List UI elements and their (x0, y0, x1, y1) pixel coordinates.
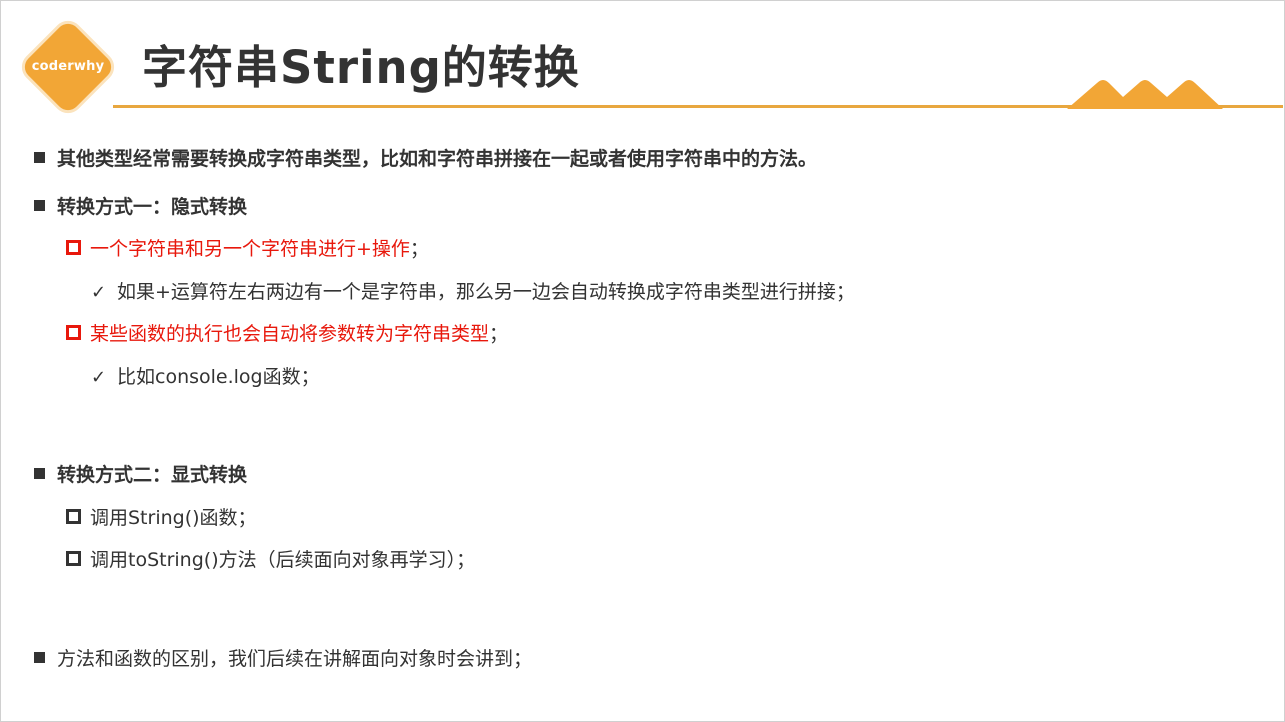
sub-bullet-text: 一个字符串和另一个字符串进行+操作 (90, 238, 410, 260)
sub-bullet-text: 某些函数的执行也会自动将参数转为字符串类型 (90, 323, 490, 345)
sub-bullet-text: 调用toString()方法（后续面向对象再学习）； (90, 549, 476, 571)
check-mark-icon: ✓ (91, 367, 107, 388)
logo-text: coderwhy (31, 59, 105, 74)
sub-bullet-row-2b: 某些函数的执行也会自动将参数转为字符串类型； (66, 322, 508, 346)
check-row-2b1: ✓ 比如console.log函数； (91, 365, 320, 390)
filled-square-bullet-icon (34, 652, 45, 663)
sub-bullet-row-3a: 调用String()函数； (66, 506, 257, 530)
hollow-square-bullet-icon (66, 325, 81, 340)
bullet-text: 其他类型经常需要转换成字符串类型，比如和字符串拼接在一起或者使用字符串中的方法。 (57, 148, 818, 170)
hollow-square-bullet-icon (66, 509, 81, 524)
bullet-row-3: 转换方式二：显式转换 (34, 463, 247, 487)
filled-square-bullet-icon (34, 468, 45, 479)
sub-bullet-punct: ； (489, 323, 509, 345)
bullet-row-2: 转换方式一：隐式转换 (34, 195, 247, 219)
filled-square-bullet-icon (34, 152, 45, 163)
bullet-row-4: 方法和函数的区别，我们后续在讲解面向对象时会讲到； (34, 647, 532, 671)
mountains-decoration (1067, 80, 1223, 109)
check-mark-icon: ✓ (91, 282, 107, 303)
slide: coderwhy 字符串String的转换 其他类型经常需要转换成字符串类型，比… (0, 0, 1285, 722)
hollow-square-bullet-icon (66, 551, 81, 566)
slide-title: 字符串String的转换 (142, 41, 580, 94)
sub-bullet-row-3b: 调用toString()方法（后续面向对象再学习）； (66, 548, 475, 572)
bullet-text: 方法和函数的区别，我们后续在讲解面向对象时会讲到； (57, 648, 533, 670)
check-text: 比如console.log函数； (117, 366, 320, 388)
bullet-text: 转换方式一：隐式转换 (57, 196, 248, 218)
check-row-2a1: ✓ 如果+运算符左右两边有一个是字符串，那么另一边会自动转换成字符串类型进行拼接； (91, 280, 855, 305)
bullet-text: 转换方式二：显式转换 (57, 464, 248, 486)
check-text: 如果+运算符左右两边有一个是字符串，那么另一边会自动转换成字符串类型进行拼接； (117, 281, 855, 303)
sub-bullet-row-2a: 一个字符串和另一个字符串进行+操作； (66, 237, 429, 261)
sub-bullet-text: 调用String()函数； (90, 507, 257, 529)
bullet-row-1: 其他类型经常需要转换成字符串类型，比如和字符串拼接在一起或者使用字符串中的方法。 (34, 147, 817, 171)
hollow-square-bullet-icon (66, 240, 81, 255)
sub-bullet-punct: ； (409, 238, 429, 260)
filled-square-bullet-icon (34, 200, 45, 211)
